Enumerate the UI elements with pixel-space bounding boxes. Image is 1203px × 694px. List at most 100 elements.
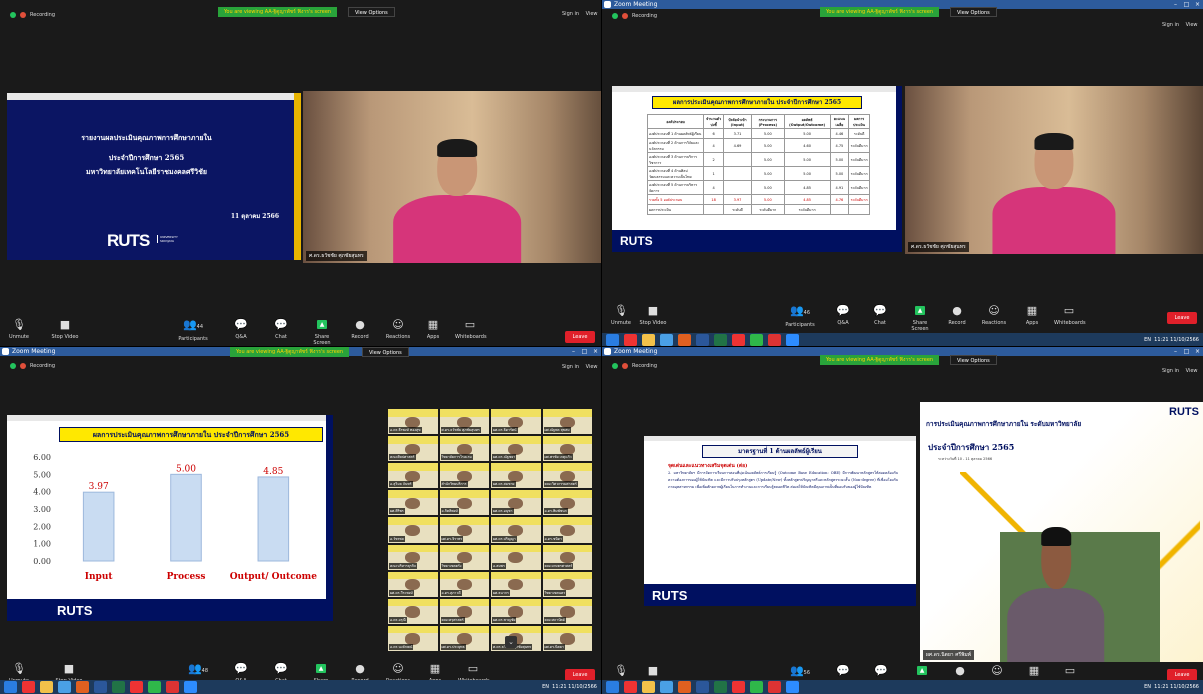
line-icon[interactable] [750,334,763,346]
participant-tile[interactable]: วิทยาเขตนคร [542,571,592,597]
view-options-button[interactable]: View Options [362,347,409,357]
participant-tile[interactable]: อ.ดร.ธีรพงษ์ ทองสุข [388,409,438,435]
participant-tile[interactable]: ผศ.ดร.นิตยา [542,625,592,651]
close-icon[interactable]: × [1192,347,1203,356]
participant-tile[interactable]: อ.ดร.อรุณี [388,598,438,624]
minimize-icon[interactable]: – [1170,0,1181,9]
participant-tile[interactable]: คณะบริหารธุรกิจ [388,544,438,570]
leave-button[interactable]: Leave [565,331,595,343]
maximize-icon[interactable]: □ [1181,0,1192,9]
participant-tile[interactable]: อ.ดร.พิมพ์ชนก [542,490,592,516]
leave-button[interactable]: Leave [1167,312,1197,324]
participant-tile[interactable]: ผศ.ดร.วีระพงษ์ [388,571,438,597]
view-options-button[interactable]: View Options [950,355,997,365]
start-icon[interactable] [4,681,17,693]
edge-icon[interactable] [58,681,71,693]
zoom-icon[interactable] [184,681,197,693]
stop-video-button[interactable]: ■Stop Video [50,319,80,341]
close-icon[interactable]: × [590,347,601,356]
firefox-icon[interactable] [678,681,691,693]
participant-tile[interactable]: ผศ.ดร.จิราพร [439,517,489,543]
minimize-icon[interactable]: – [568,347,579,356]
security-shield-icon[interactable] [10,363,16,369]
record-button[interactable]: ●Record [942,305,972,327]
participant-tile[interactable]: วิทยาลัยการโรงแรม [439,436,489,462]
participant-tile[interactable]: ผศ.ดร.ธิดารัตน์ [491,409,541,435]
view-button[interactable]: View [586,364,598,370]
participant-tile[interactable]: อ.ดร.สุภาวดี [439,571,489,597]
maximize-icon[interactable]: □ [579,347,590,356]
excel-icon[interactable] [714,334,727,346]
participant-tile[interactable]: ศ.ดร.ธวัชชัย ศุภชัยสุนทร [439,409,489,435]
edge-icon[interactable] [660,334,673,346]
close-icon[interactable]: × [1192,0,1203,9]
firefox-icon[interactable] [678,334,691,346]
participant-tile[interactable]: ผศ.ธนากร [491,571,541,597]
whiteboards-button[interactable]: ▭Whiteboards [455,319,487,341]
share-screen-button[interactable]: ▲Share Screen [905,305,935,332]
sign-in-link[interactable]: Sign in [562,11,579,17]
view-button[interactable]: View [586,11,598,17]
participant-tile[interactable]: อ.ดร.ชนิดา [542,517,592,543]
participants-button[interactable]: 👥46 Participants [785,305,815,329]
word-icon[interactable] [696,334,709,346]
participant-tile[interactable]: อ.ดร.นงลักษณ์ [388,625,438,651]
participants-button[interactable]: 👥44 Participants [178,319,208,343]
zoom-icon[interactable] [786,334,799,346]
sign-in-link[interactable]: Sign in [1162,368,1179,374]
participant-tile[interactable]: อ.สมพร [491,544,541,570]
participant-tile[interactable]: ผศ.ดร.ประยุทธ [439,625,489,651]
participant-tile[interactable]: ผศ.ดร.ปริญญา [491,517,541,543]
chat-button[interactable]: 💬Chat [266,319,296,341]
maximize-icon[interactable]: □ [1181,347,1192,356]
zoom-icon[interactable] [786,681,799,693]
qa-button[interactable]: 💬Q&A [226,319,256,341]
security-shield-icon[interactable] [612,13,618,19]
participant-tile[interactable]: คณะศิลปศาสตร์ [388,436,438,462]
view-button[interactable]: View [1186,368,1198,374]
line-icon[interactable] [148,681,161,693]
start-icon[interactable] [606,334,619,346]
participant-tile[interactable]: คณะเกษตรศาสตร์ [542,544,592,570]
participant-tile[interactable]: ผศ.ดร.ณัฐชยา [491,436,541,462]
chat-button[interactable]: 💬Chat [865,305,895,327]
apps-button[interactable]: ▦Apps [418,319,448,341]
participant-tile[interactable]: ผศ.ณัฐพล สุขสม [542,409,592,435]
reactions-button[interactable]: ☺Reactions [979,305,1009,327]
word-icon[interactable] [94,681,107,693]
line-icon[interactable] [750,681,763,693]
participant-tile[interactable]: ผศ.ดร.ชาญชัย [491,598,541,624]
minimize-icon[interactable]: – [1170,347,1181,356]
view-options-button[interactable]: View Options [950,7,997,17]
app-icon[interactable] [768,334,781,346]
view-options-button[interactable]: View Options [348,7,395,17]
folder-icon[interactable] [40,681,53,693]
participant-tile[interactable]: วิทยาเขตตรัง [439,544,489,570]
firefox-icon[interactable] [76,681,89,693]
share-screen-button[interactable]: ▲Share Screen [307,319,337,346]
participant-tile[interactable]: ผศ.ดร.อนุชา [491,490,541,516]
participant-tile[interactable]: อ.วัชรพล [388,517,438,543]
participant-tile[interactable]: อ.กิตติพงษ์ [439,490,489,516]
chrome-icon[interactable] [732,334,745,346]
participant-tile[interactable]: อ.สุวิมล จันทร์ [388,463,438,489]
app-icon[interactable] [768,681,781,693]
chrome-icon[interactable] [732,681,745,693]
excel-icon[interactable] [714,681,727,693]
participant-tile[interactable]: คณะครุศาสตร์ [439,598,489,624]
word-icon[interactable] [696,681,709,693]
chevron-down-icon[interactable]: ⌄ [505,636,517,648]
apps-button[interactable]: ▦Apps [1017,305,1047,327]
participant-tile[interactable]: คณะวิศวกรรมศาสตร์ [542,463,592,489]
start-icon[interactable] [606,681,619,693]
participant-tile[interactable]: ผศ.ดร.สมชาย [491,463,541,489]
participant-tile[interactable]: ผศ.พรชัย เกตุแก้ว [542,436,592,462]
security-shield-icon[interactable] [10,12,16,18]
participant-tile[interactable]: ผศ.ศิริพร [388,490,438,516]
chrome-icon[interactable] [624,681,637,693]
folder-icon[interactable] [642,334,655,346]
chrome-icon[interactable] [22,681,35,693]
qa-button[interactable]: 💬Q&A [828,305,858,327]
participant-tile[interactable]: คณะสถาปัตย์ [542,598,592,624]
unmute-button[interactable]: 🎙Unmute [606,305,636,327]
